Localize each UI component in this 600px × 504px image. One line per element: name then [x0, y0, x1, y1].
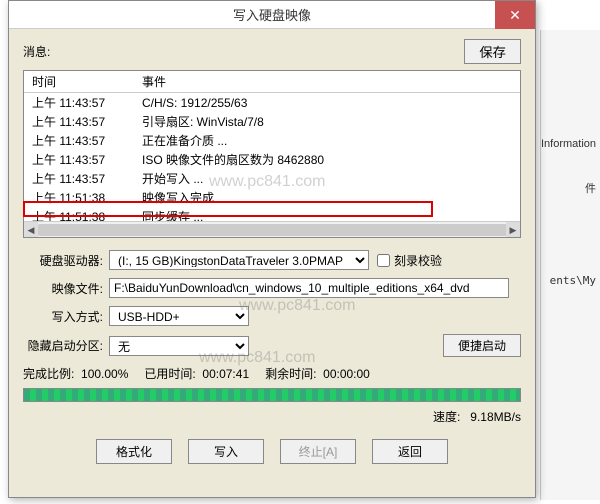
image-file-input[interactable] — [109, 278, 509, 298]
format-button[interactable]: 格式化 — [96, 439, 172, 464]
dialog-content: 消息: 保存 时间 事件 上午 11:43:57C/H/S: 1912/255/… — [9, 29, 535, 474]
dialog-title: 写入硬盘映像 — [233, 5, 311, 24]
scroll-right-icon[interactable]: ▶ — [506, 222, 520, 238]
remain-label: 剩余时间: — [265, 367, 316, 381]
log-row: 上午 11:43:57开始写入 ... — [24, 169, 520, 188]
button-row: 格式化 写入 终止[A] 返回 — [23, 439, 521, 464]
close-button[interactable]: ✕ — [495, 1, 535, 29]
verify-label: 刻录校验 — [394, 252, 442, 269]
write-mode-label: 写入方式: — [23, 308, 109, 325]
hidden-partition-select[interactable]: 无 — [109, 336, 249, 356]
progress-stats: 完成比例: 100.00% 已用时间: 00:07:41 剩余时间: 00:00… — [23, 365, 521, 382]
close-icon: ✕ — [509, 7, 521, 24]
write-disk-image-dialog: 写入硬盘映像 ✕ 消息: 保存 时间 事件 上午 11:43:57C/H/S: … — [8, 0, 536, 498]
write-mode-select[interactable]: USB-HDD+ — [109, 306, 249, 326]
save-button[interactable]: 保存 — [464, 39, 521, 64]
scroll-thumb[interactable] — [38, 224, 518, 236]
speed-row: 速度: 9.18MB/s — [23, 408, 521, 425]
horizontal-scrollbar[interactable]: ◀ ▶ — [24, 221, 520, 237]
log-col-event: 事件 — [134, 71, 520, 93]
log-table: 时间 事件 上午 11:43:57C/H/S: 1912/255/63 上午 1… — [24, 71, 520, 238]
drive-select[interactable]: (I:, 15 GB)KingstonDataTraveler 3.0PMAP — [109, 250, 369, 270]
log-row: 上午 11:43:57引导扇区: WinVista/7/8 — [24, 112, 520, 131]
message-label: 消息: — [23, 43, 50, 60]
scroll-left-icon[interactable]: ◀ — [24, 222, 38, 238]
image-file-label: 映像文件: — [23, 280, 109, 297]
log-col-time: 时间 — [24, 71, 134, 93]
bg-text-3: ents\My — [550, 274, 596, 287]
progress-bar — [23, 388, 521, 402]
bg-text-1: Information — [541, 138, 596, 150]
log-row: 上午 11:51:38映像写入完成 — [24, 188, 520, 207]
drive-label: 硬盘驱动器: — [23, 252, 109, 269]
progress-fill — [24, 389, 520, 401]
portable-boot-button[interactable]: 便捷启动 — [443, 334, 521, 357]
hidden-partition-label: 隐藏启动分区: — [23, 337, 109, 354]
log-row: 上午 11:43:57正在准备介质 ... — [24, 131, 520, 150]
log-listbox[interactable]: 时间 事件 上午 11:43:57C/H/S: 1912/255/63 上午 1… — [23, 70, 521, 238]
background-panel: Information 件 ents\My — [540, 30, 600, 500]
write-button[interactable]: 写入 — [188, 439, 264, 464]
remain-value: 00:00:00 — [323, 367, 370, 381]
bg-text-2: 件 — [585, 180, 596, 196]
log-row: 上午 11:43:57ISO 映像文件的扇区数为 8462880 — [24, 150, 520, 169]
speed-label: 速度: — [433, 410, 460, 424]
percent-value: 100.00% — [81, 367, 128, 381]
message-row: 消息: 保存 — [23, 39, 521, 64]
speed-value: 9.18MB/s — [470, 410, 521, 424]
verify-checkbox[interactable] — [377, 254, 390, 267]
elapsed-label: 已用时间: — [144, 367, 195, 381]
percent-label: 完成比例: — [23, 367, 74, 381]
verify-checkbox-wrap[interactable]: 刻录校验 — [377, 252, 442, 269]
form-area: 硬盘驱动器: (I:, 15 GB)KingstonDataTraveler 3… — [23, 250, 521, 464]
elapsed-value: 00:07:41 — [202, 367, 249, 381]
log-row: 上午 11:43:57C/H/S: 1912/255/63 — [24, 93, 520, 113]
back-button[interactable]: 返回 — [372, 439, 448, 464]
abort-button: 终止[A] — [280, 439, 356, 464]
titlebar: 写入硬盘映像 ✕ — [9, 1, 535, 29]
